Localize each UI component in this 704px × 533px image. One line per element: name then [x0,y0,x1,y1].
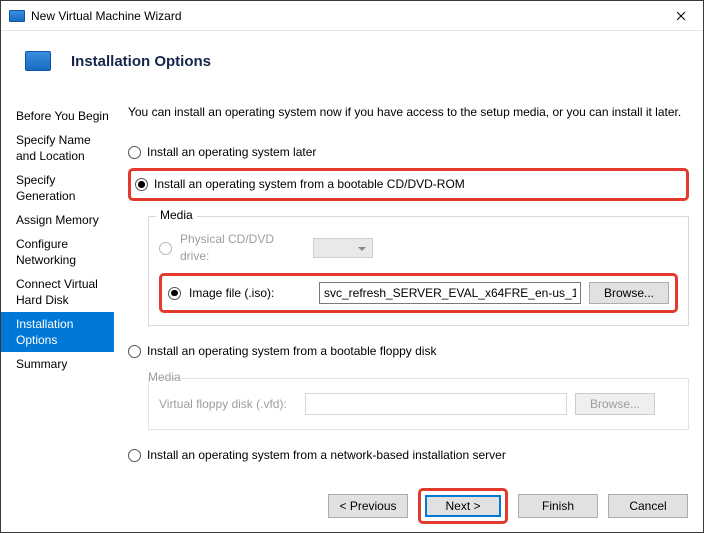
option-install-network[interactable]: Install an operating system from a netwo… [128,444,689,467]
option-install-cd[interactable]: Install an operating system from a boota… [135,173,682,196]
sidebar-item-before-you-begin[interactable]: Before You Begin [1,104,114,128]
sidebar-item-configure-networking[interactable]: Configure Networking [1,232,114,272]
sidebar-item-specify-generation[interactable]: Specify Generation [1,168,114,208]
radio-icon [128,146,141,159]
titlebar: New Virtual Machine Wizard [1,1,703,31]
previous-button[interactable]: < Previous [328,494,408,518]
close-button[interactable] [658,1,703,31]
radio-icon [168,287,181,300]
option-install-floppy[interactable]: Install an operating system from a boota… [128,340,689,363]
sidebar-item-connect-vhd[interactable]: Connect Virtual Hard Disk [1,272,114,312]
close-icon [676,11,686,21]
option-label: Install an operating system from a netwo… [147,447,506,464]
app-icon [9,10,25,22]
radio-icon [135,178,148,191]
next-button[interactable]: Next > [425,495,501,517]
highlight-image-file: Image file (.iso): Browse... [159,273,678,313]
window-title: New Virtual Machine Wizard [31,9,658,23]
image-file-label: Image file (.iso): [189,285,311,302]
browse-iso-button[interactable]: Browse... [589,282,669,304]
page-title: Installation Options [71,53,211,70]
wizard-steps-sidebar: Before You Begin Specify Name and Locati… [1,89,114,467]
vfd-path-input [305,393,567,415]
option-install-later[interactable]: Install an operating system later [128,141,689,164]
option-label: Install an operating system later [147,144,316,161]
wizard-content: You can install an operating system now … [114,89,703,467]
highlight-next: Next > [418,488,508,524]
wizard-footer: < Previous Next > Finish Cancel [0,479,704,533]
sidebar-item-summary[interactable]: Summary [1,352,114,376]
browse-vfd-button: Browse... [575,393,655,415]
groupbox-label: Media [148,370,181,384]
finish-button[interactable]: Finish [518,494,598,518]
cd-media-group: Media Physical CD/DVD drive: Image file … [148,207,689,326]
highlight-cd-option: Install an operating system from a boota… [128,168,689,201]
floppy-media-group: Media Virtual floppy disk (.vfd): Browse… [148,369,689,430]
cancel-button[interactable]: Cancel [608,494,688,518]
physical-drive-select [313,238,373,258]
vfd-label: Virtual floppy disk (.vfd): [159,396,297,413]
sidebar-item-assign-memory[interactable]: Assign Memory [1,208,114,232]
radio-icon [128,345,141,358]
radio-icon [128,449,141,462]
iso-path-input[interactable] [319,282,581,304]
wizard-header: Installation Options [1,31,703,89]
option-label: Install an operating system from a boota… [154,176,465,193]
physical-drive-label: Physical CD/DVD drive: [180,231,305,265]
header-icon [25,51,51,71]
physical-drive-row: Physical CD/DVD drive: [159,229,678,267]
radio-icon [159,242,172,255]
intro-text: You can install an operating system now … [128,104,689,121]
option-label: Install an operating system from a boota… [147,343,437,360]
groupbox-label: Media [156,207,197,224]
sidebar-item-installation-options[interactable]: Installation Options [1,312,114,352]
sidebar-item-specify-name[interactable]: Specify Name and Location [1,128,114,168]
